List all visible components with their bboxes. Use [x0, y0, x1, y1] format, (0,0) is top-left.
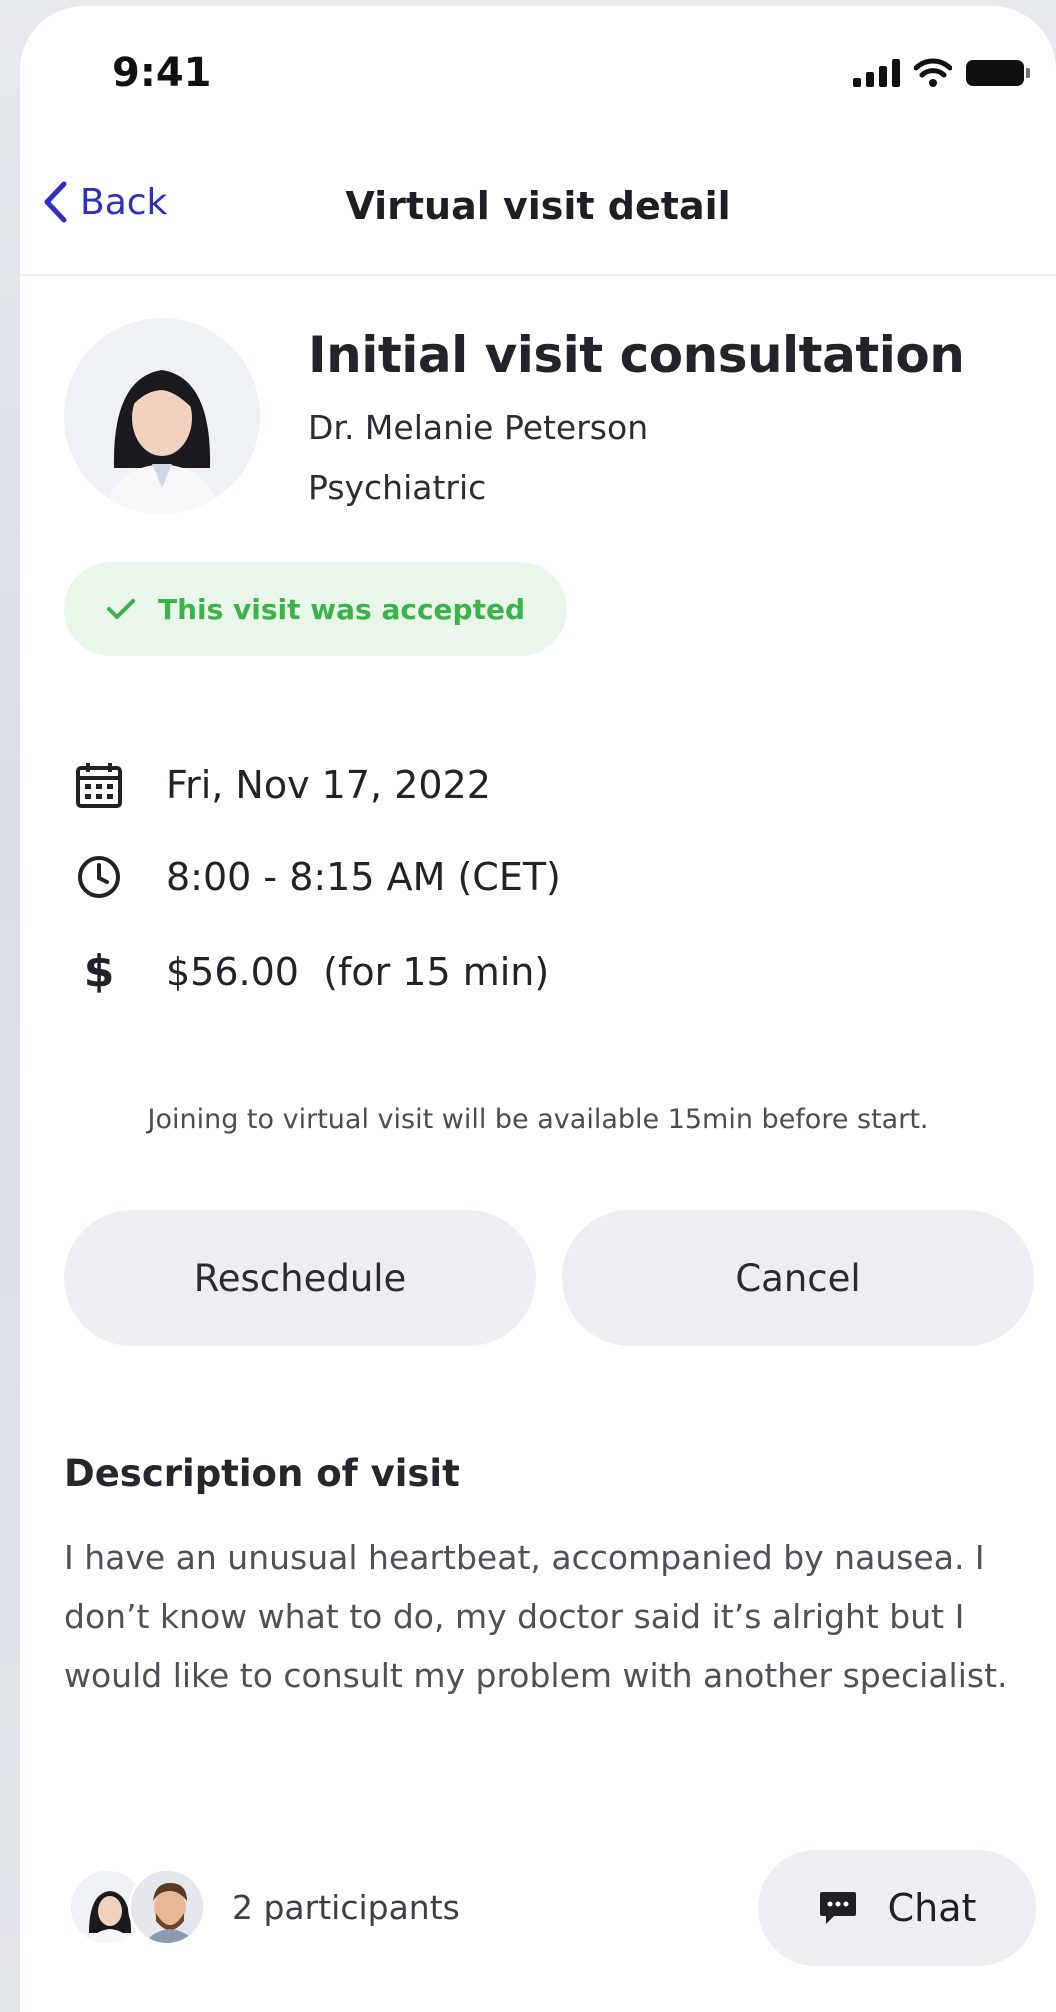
- description-text: I have an unusual heartbeat, accompanied…: [64, 1538, 1008, 1695]
- reschedule-button[interactable]: Reschedule: [64, 1210, 536, 1346]
- doctor-avatar: [64, 318, 260, 514]
- participants-label: 2 participants: [232, 1887, 460, 1927]
- doctor-name: Dr. Melanie Peterson: [308, 408, 649, 447]
- participant-avatar: [128, 1868, 206, 1946]
- chat-bubble-icon: [819, 1892, 856, 1924]
- visit-time: 8:00 - 8:15 AM (CET): [166, 855, 561, 899]
- clock-icon: [72, 854, 126, 900]
- visit-date: Fri, Nov 17, 2022: [166, 763, 491, 807]
- calendar-icon: [72, 760, 126, 810]
- chat-label: Chat: [887, 1886, 977, 1930]
- page-title: Virtual visit detail: [345, 184, 731, 228]
- participants[interactable]: 2 participants: [68, 1868, 460, 1946]
- battery-icon: [966, 60, 1030, 86]
- dollar-icon: $: [83, 946, 115, 997]
- visit-title: Initial visit consultation: [308, 326, 965, 384]
- description-title: Description of visit: [64, 1452, 460, 1495]
- status-icons: [853, 58, 1030, 88]
- checkmark-icon: [107, 599, 135, 619]
- status-time: 9:41: [112, 50, 212, 96]
- doctor-specialty: Psychiatric: [308, 468, 487, 507]
- join-note: Joining to virtual visit will be availab…: [147, 1104, 929, 1135]
- phone-screen: 9:41 Back Virtual visit detail Initial v…: [20, 6, 1056, 2012]
- status-badge: This visit was accepted: [64, 562, 568, 656]
- price-row: $ $56.00 (for 15 min): [72, 946, 550, 997]
- cancel-button[interactable]: Cancel: [562, 1210, 1034, 1346]
- time-row: 8:00 - 8:15 AM (CET): [72, 854, 561, 900]
- signal-icon: [853, 59, 900, 87]
- chat-button[interactable]: Chat: [758, 1850, 1036, 1966]
- status-text: This visit was accepted: [158, 592, 526, 626]
- nav-bar: Back Virtual visit detail: [20, 156, 1056, 276]
- visit-price: $56.00 (for 15 min): [166, 949, 550, 994]
- wifi-icon: [914, 58, 952, 87]
- date-row: Fri, Nov 17, 2022: [72, 760, 491, 810]
